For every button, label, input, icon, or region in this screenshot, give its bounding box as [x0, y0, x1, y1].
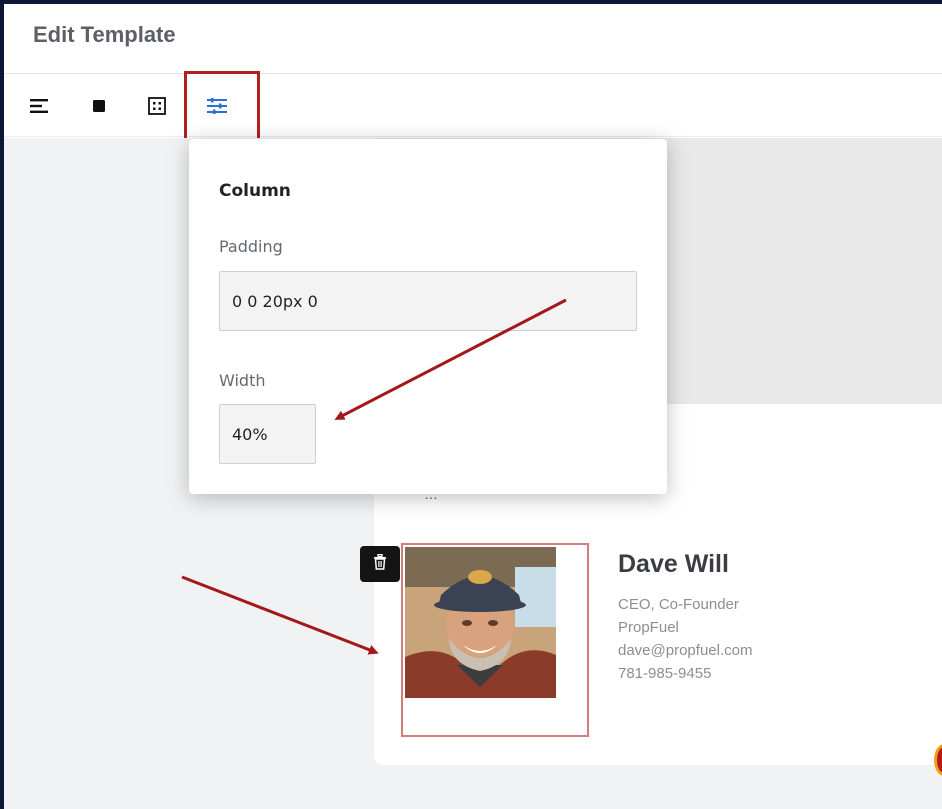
- column-settings-popover: Column Padding Width: [189, 139, 667, 494]
- header-bar: Edit Template: [4, 4, 942, 74]
- align-tool-button[interactable]: [20, 75, 60, 137]
- width-label: Width: [219, 371, 266, 390]
- signature-details: Dave Will CEO, Co-Founder PropFuel dave@…: [618, 550, 752, 685]
- signature-name: Dave Will: [618, 550, 729, 578]
- signature-role: CEO, Co-Founder: [618, 596, 739, 613]
- grid-icon: [148, 97, 166, 115]
- popover-title: Column: [219, 181, 291, 201]
- profile-photo: [405, 547, 556, 698]
- photo-column[interactable]: [401, 543, 589, 737]
- signature-company: PropFuel: [618, 619, 679, 636]
- sliders-icon: [207, 98, 227, 114]
- width-input[interactable]: [219, 404, 316, 464]
- square-icon: [93, 100, 105, 112]
- grid-tool-button[interactable]: [137, 75, 177, 137]
- editor-window: Edit Template … Dave Will CEO, Co-Founde…: [4, 4, 942, 809]
- padding-input[interactable]: [219, 271, 637, 331]
- settings-tool-button[interactable]: [197, 75, 237, 137]
- block-tool-button[interactable]: [79, 75, 119, 137]
- align-left-icon: [30, 99, 50, 113]
- toolbar: [4, 71, 942, 141]
- signature-email: dave@propfuel.com: [618, 642, 753, 659]
- signature-phone: 781-985-9455: [618, 665, 712, 682]
- padding-label: Padding: [219, 237, 283, 256]
- delete-column-button[interactable]: [360, 546, 400, 582]
- trash-icon: [373, 553, 387, 575]
- page-title: Edit Template: [33, 22, 176, 47]
